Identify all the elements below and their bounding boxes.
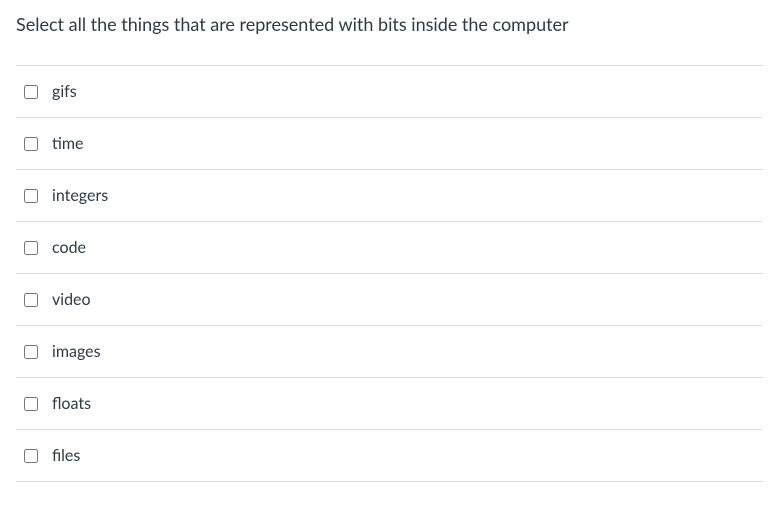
checkbox-code[interactable] (24, 241, 38, 255)
option-row-gifs[interactable]: gifs (16, 65, 762, 117)
checkbox-images[interactable] (24, 345, 38, 359)
option-label: floats (52, 394, 91, 413)
option-row-integers[interactable]: integers (16, 169, 762, 221)
question-prompt: Select all the things that are represent… (16, 12, 762, 37)
option-label: integers (52, 186, 108, 205)
option-label: files (52, 446, 80, 465)
option-label: gifs (52, 82, 77, 101)
checkbox-video[interactable] (24, 293, 38, 307)
checkbox-time[interactable] (24, 137, 38, 151)
option-row-floats[interactable]: floats (16, 377, 762, 429)
option-label: code (52, 238, 86, 257)
checkbox-integers[interactable] (24, 189, 38, 203)
option-label: time (52, 134, 83, 153)
option-label: video (52, 290, 91, 309)
checkbox-files[interactable] (24, 449, 38, 463)
option-row-files[interactable]: files (16, 429, 762, 482)
option-row-time[interactable]: time (16, 117, 762, 169)
checkbox-gifs[interactable] (24, 85, 38, 99)
option-row-code[interactable]: code (16, 221, 762, 273)
option-row-video[interactable]: video (16, 273, 762, 325)
options-list: gifs time integers code video images flo… (16, 65, 762, 482)
option-row-images[interactable]: images (16, 325, 762, 377)
option-label: images (52, 342, 101, 361)
checkbox-floats[interactable] (24, 397, 38, 411)
